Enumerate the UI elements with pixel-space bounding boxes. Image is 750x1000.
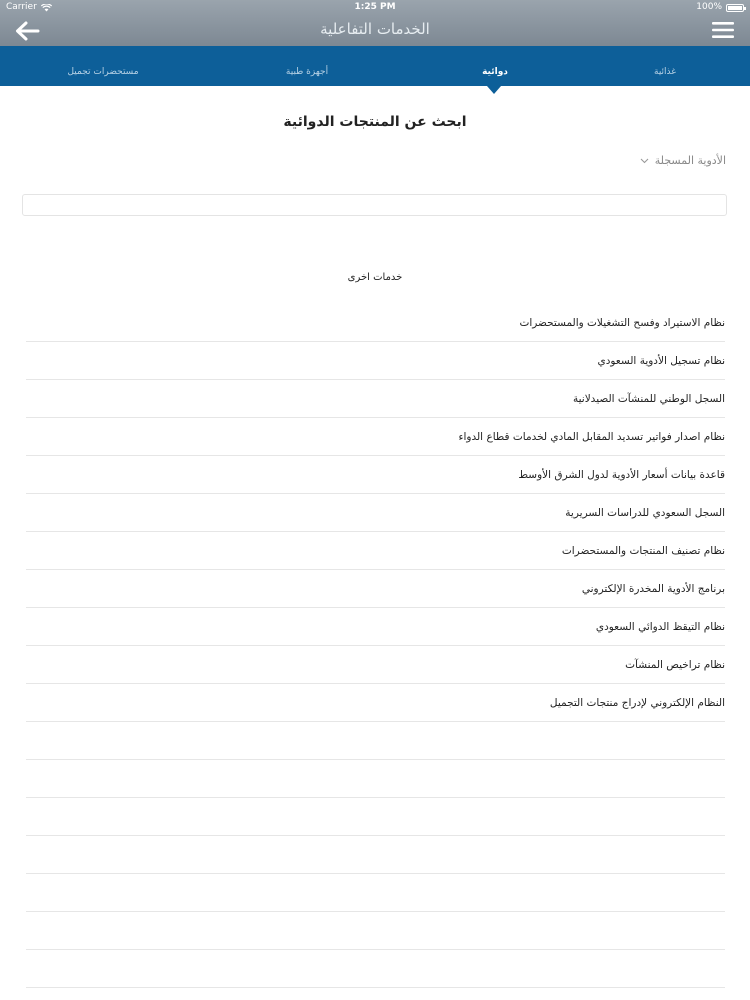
list-item-label: السجل السعودي للدراسات السريرية [565,506,725,519]
list-item[interactable]: نظام اصدار فواتير تسديد المقابل المادي ل… [26,418,725,456]
list-item[interactable]: نظام الاستيراد وفسح التشغيلات والمستحضرا… [26,304,725,342]
empty-row [26,950,725,988]
list-item[interactable]: نظام التيقظ الدوائي السعودي [26,608,725,646]
empty-row [26,760,725,798]
dropdown-selected-value: الأدوية المسجلة [654,154,726,167]
tab-cosmetics[interactable]: مستحضرات تجميل [48,46,158,86]
search-input[interactable] [22,194,727,216]
battery-indicator: 100% [696,0,746,15]
status-bar: Carrier 1:25 PM 100% [0,0,750,15]
list-item[interactable]: السجل السعودي للدراسات السريرية [26,494,725,532]
battery-percent: 100% [696,2,722,12]
header: Carrier 1:25 PM 100% الخدمات التفاعلية [0,0,750,46]
list-item-label: نظام تسجيل الأدوية السعودي [597,354,725,367]
nav-bar: الخدمات التفاعلية [0,15,750,46]
list-item[interactable]: قاعدة بيانات أسعار الأدوية لدول الشرق ال… [26,456,725,494]
list-item[interactable]: النظام الإلكتروني لإدراج منتجات التجميل [26,684,725,722]
hamburger-menu-icon[interactable] [712,20,734,40]
empty-row [26,874,725,912]
empty-row [26,912,725,950]
active-tab-indicator [487,86,501,94]
list-item-label: برنامج الأدوية المخدرة الإلكتروني [581,582,725,595]
list-item[interactable]: نظام تصنيف المنتجات والمستحضرات [26,532,725,570]
empty-row [26,722,725,760]
list-item[interactable]: برنامج الأدوية المخدرة الإلكتروني [26,570,725,608]
list-item-label: نظام الاستيراد وفسح التشغيلات والمستحضرا… [519,316,725,329]
list-item-label: النظام الإلكتروني لإدراج منتجات التجميل [549,696,725,709]
other-services-title: خدمات اخرى [347,272,403,283]
product-type-dropdown[interactable]: الأدوية المسجلة [640,154,726,167]
list-item-label: نظام التيقظ الدوائي السعودي [595,620,725,633]
search-section-title: ابحث عن المنتجات الدوائية [283,114,467,130]
list-item[interactable]: نظام تراخيص المنشآت [26,646,725,684]
list-item-label: نظام تصنيف المنتجات والمستحضرات [561,544,725,557]
list-item-label: نظام اصدار فواتير تسديد المقابل المادي ل… [458,430,725,443]
tab-medical-devices[interactable]: أجهزة طبية [262,46,352,86]
empty-row [26,798,725,836]
category-tab-bar: غذائية دوائية أجهزة طبية مستحضرات تجميل [0,46,750,86]
list-item[interactable]: السجل الوطني للمنشآت الصيدلانية [26,380,725,418]
list-item-label: نظام تراخيص المنشآت [625,658,725,671]
chevron-down-icon [640,158,649,164]
other-services-list: نظام الاستيراد وفسح التشغيلات والمستحضرا… [26,304,725,988]
status-time: 1:25 PM [354,2,396,12]
page-title: الخدمات التفاعلية [320,20,430,38]
list-item-label: قاعدة بيانات أسعار الأدوية لدول الشرق ال… [518,468,725,481]
empty-row [26,836,725,874]
battery-icon [726,3,746,12]
list-item-label: السجل الوطني للمنشآت الصيدلانية [572,392,725,405]
tab-drugs[interactable]: دوائية [450,46,540,86]
tab-food[interactable]: غذائية [620,46,710,86]
list-item[interactable]: نظام تسجيل الأدوية السعودي [26,342,725,380]
